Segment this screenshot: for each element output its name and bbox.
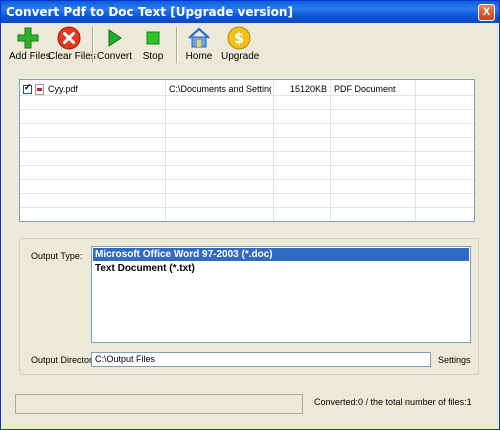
table-row [20, 167, 474, 180]
table-row [20, 209, 474, 221]
table-row [20, 195, 474, 208]
file-type: PDF Document [334, 84, 396, 94]
home-label: Home [185, 51, 213, 62]
file-checkbox[interactable] [23, 82, 32, 94]
play-icon [108, 29, 122, 47]
output-directory-field[interactable]: C:\Output Files [91, 352, 431, 367]
table-row [20, 125, 474, 138]
progress-box [15, 394, 303, 414]
upgrade-label: Upgrade [221, 51, 260, 62]
clear-files-button[interactable]: Clear Files [48, 26, 96, 66]
plus-icon [17, 27, 39, 49]
output-type-label: Output Type: [31, 251, 83, 261]
status-text: Converted:0 / the total number of files:… [314, 397, 472, 407]
title-bar[interactable]: Convert Pdf to Doc Text [Upgrade version… [1, 1, 499, 23]
clear-files-label: Clear Files [48, 51, 96, 62]
table-row [20, 181, 474, 194]
output-directory-label: Output Directory: [31, 355, 100, 365]
file-list[interactable]: Cyy.pdf C:\Documents and Setting... 1512… [19, 79, 475, 222]
home-icon [188, 27, 210, 48]
main-window: Convert Pdf to Doc Text [Upgrade version… [0, 0, 500, 430]
convert-label: Convert [97, 51, 133, 62]
stop-button[interactable]: Stop [139, 26, 167, 66]
file-size: 15120KB [289, 84, 327, 94]
output-type-list[interactable]: Microsoft Office Word 97-2003 (*.doc) Te… [91, 246, 471, 343]
toolbar-separator [92, 27, 94, 63]
home-button[interactable]: Home [183, 26, 215, 66]
coin-icon: $ [227, 26, 251, 50]
settings-link[interactable]: Settings [438, 355, 471, 365]
add-files-label: Add Files [9, 51, 51, 62]
file-path: C:\Documents and Setting... [169, 84, 271, 94]
pdf-file-icon [35, 84, 44, 95]
file-name: Cyy.pdf [48, 84, 78, 94]
table-row [20, 139, 474, 152]
table-row[interactable]: Cyy.pdf C:\Documents and Setting... 1512… [20, 82, 474, 96]
toolbar: Add Files Clear Files Convert Stop Home … [1, 23, 499, 67]
stop-label: Stop [142, 51, 164, 62]
svg-text:$: $ [234, 31, 244, 47]
add-files-button[interactable]: Add Files [9, 26, 51, 66]
clear-icon [57, 26, 81, 50]
close-button[interactable]: X [478, 4, 495, 21]
stop-icon [146, 31, 160, 45]
upgrade-button[interactable]: $ Upgrade [221, 26, 260, 66]
output-type-option-doc[interactable]: Microsoft Office Word 97-2003 (*.doc) [93, 248, 469, 261]
convert-button[interactable]: Convert [97, 26, 133, 66]
table-row [20, 97, 474, 110]
table-row [20, 111, 474, 124]
toolbar-separator [176, 27, 178, 63]
window-title: Convert Pdf to Doc Text [Upgrade version… [6, 5, 293, 19]
table-row [20, 153, 474, 166]
output-type-option-txt[interactable]: Text Document (*.txt) [93, 262, 469, 275]
